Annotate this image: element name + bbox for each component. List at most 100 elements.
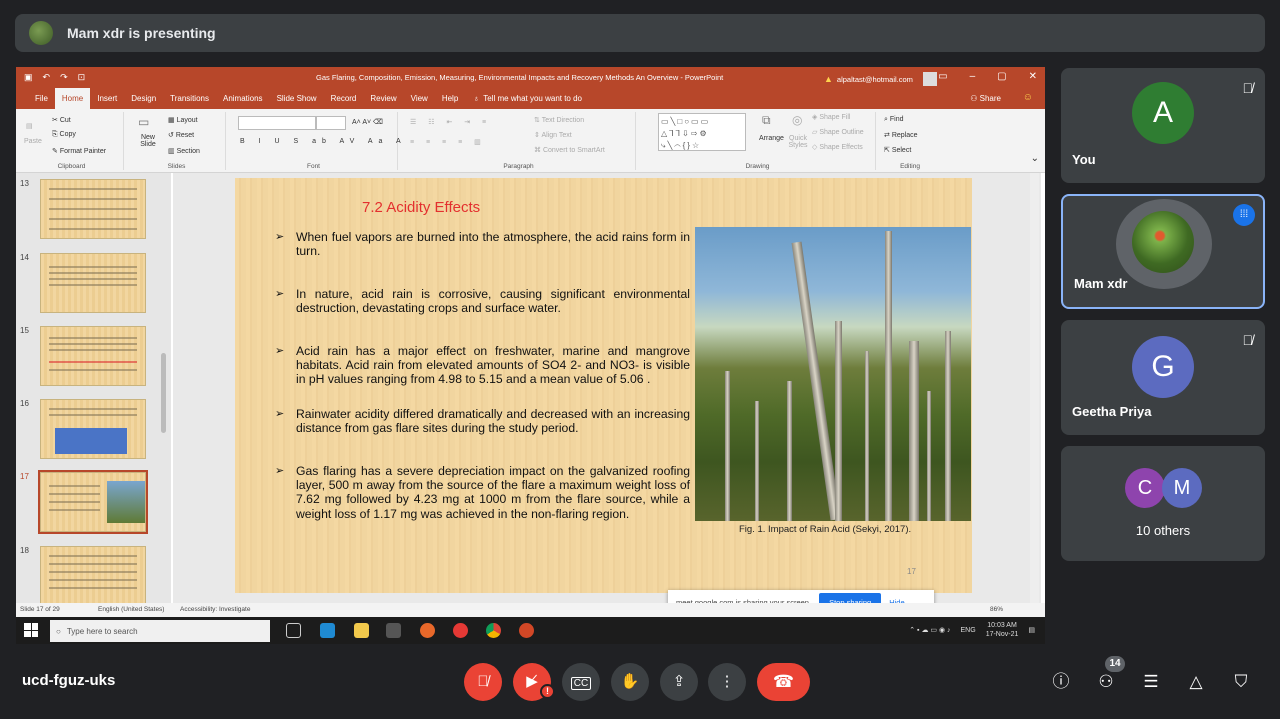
opera-icon[interactable] bbox=[453, 623, 468, 638]
thumbnail-slide-15[interactable]: 15 bbox=[16, 326, 171, 394]
current-slide[interactable]: 7.2 Acidity Effects ➢ When fuel vapors ar… bbox=[235, 178, 972, 593]
raise-hand-button[interactable]: ✋ bbox=[611, 663, 649, 701]
host-controls-button[interactable]: ⛉ bbox=[1229, 670, 1253, 694]
shapes-gallery[interactable]: ▭╲□○▭▭ △⅂⅂⇩⇨⚙ ⤷╲⌒{}☆ bbox=[658, 113, 746, 151]
mic-toggle-button[interactable]: 🎙̸ bbox=[464, 663, 502, 701]
redo-icon[interactable]: ↷ bbox=[60, 72, 68, 83]
captions-button[interactable]: CC bbox=[562, 663, 600, 701]
participant-tile-you[interactable]: A 🎙̸ You bbox=[1061, 68, 1265, 183]
present-now-button[interactable]: ⇪ bbox=[660, 663, 698, 701]
tab-help[interactable]: Help bbox=[435, 88, 465, 109]
shape-outline-button[interactable]: ▱ Shape Outline bbox=[812, 128, 864, 136]
thumbnail-image[interactable] bbox=[40, 399, 146, 459]
thumbnail-slide-13[interactable]: 13 bbox=[16, 179, 171, 247]
accessibility-status[interactable]: Accessibility: Investigate bbox=[180, 606, 250, 613]
text-direction-button[interactable]: ⇅ Text Direction bbox=[534, 116, 584, 124]
leave-call-button[interactable]: ☎ bbox=[757, 663, 810, 701]
tab-review[interactable]: Review bbox=[363, 88, 403, 109]
ribbon-display-icon[interactable]: ▭ bbox=[938, 71, 947, 82]
minimize-icon[interactable]: – bbox=[970, 71, 976, 82]
windows-start-icon[interactable] bbox=[24, 623, 38, 637]
account-area[interactable]: ▲ alpaltast@hotmail.com bbox=[824, 72, 937, 86]
file-explorer-icon[interactable] bbox=[354, 623, 369, 638]
zoom-level[interactable]: 86% bbox=[990, 606, 1003, 613]
tray-icons[interactable]: ⌃ ▪ ☁ ▭ ◉ ♪ bbox=[909, 626, 950, 634]
share-button[interactable]: ⚇ Share bbox=[970, 94, 1001, 103]
tab-file[interactable]: File bbox=[28, 88, 55, 109]
quick-styles-button[interactable]: Quick Styles bbox=[787, 135, 809, 149]
tab-design[interactable]: Design bbox=[124, 88, 163, 109]
maximize-icon[interactable]: ▢ bbox=[997, 71, 1006, 82]
tab-transitions[interactable]: Transitions bbox=[163, 88, 216, 109]
section-button[interactable]: ▥ Section bbox=[168, 147, 200, 155]
account-avatar[interactable] bbox=[922, 72, 937, 86]
firefox-icon[interactable] bbox=[420, 623, 435, 638]
select-button[interactable]: ⇱ Select bbox=[884, 146, 911, 154]
task-view-icon[interactable] bbox=[286, 623, 301, 638]
tab-slide-show[interactable]: Slide Show bbox=[270, 88, 324, 109]
shape-effects-button[interactable]: ◇ Shape Effects bbox=[812, 143, 863, 151]
thumbnail-image[interactable] bbox=[40, 253, 146, 313]
activities-button[interactable]: △ bbox=[1184, 670, 1208, 694]
notification-icon[interactable]: ▤ bbox=[1028, 626, 1035, 634]
font-name-field[interactable] bbox=[238, 116, 316, 130]
thumbnail-image[interactable] bbox=[40, 546, 146, 606]
edge-icon[interactable] bbox=[320, 623, 335, 638]
collapse-ribbon-icon[interactable]: ⌄ bbox=[1031, 153, 1039, 164]
participant-tile-others[interactable]: C M 10 others bbox=[1061, 446, 1265, 561]
thumbnail-slide-14[interactable]: 14 bbox=[16, 253, 171, 321]
language-status[interactable]: English (United States) bbox=[98, 606, 164, 613]
convert-smartart-button[interactable]: ⌘ Convert to SmartArt bbox=[534, 146, 605, 154]
chrome-icon[interactable] bbox=[486, 623, 501, 638]
slide-scrollbar[interactable] bbox=[1030, 173, 1039, 603]
arrange-icon[interactable]: ⧉ bbox=[762, 113, 771, 128]
participant-tile-geetha[interactable]: G 🎙̸ Geetha Priya bbox=[1061, 320, 1265, 435]
new-slide-icon[interactable]: ▭ bbox=[138, 115, 149, 129]
thumbnail-image[interactable] bbox=[40, 326, 146, 386]
reset-button[interactable]: ↺ Reset bbox=[168, 131, 194, 139]
list-icons[interactable]: ☰ ☷ ⇤ ⇥ ≡ bbox=[410, 118, 491, 126]
font-format-icons[interactable]: B I U S ab AV Aa A bbox=[240, 138, 407, 145]
powerpoint-taskbar-icon[interactable] bbox=[519, 623, 534, 638]
align-text-button[interactable]: ⇕ Align Text bbox=[534, 131, 572, 139]
paste-icon[interactable]: ▤ bbox=[26, 122, 33, 130]
replace-button[interactable]: ⇄ Replace bbox=[884, 131, 918, 139]
thumbnail-slide-16[interactable]: 16 bbox=[16, 399, 171, 467]
font-size-field[interactable] bbox=[316, 116, 346, 130]
tab-home[interactable]: Home bbox=[54, 88, 91, 109]
cut-button[interactable]: ✂ Cut bbox=[52, 116, 71, 124]
thumbnail-image[interactable] bbox=[40, 179, 146, 239]
layout-button[interactable]: ▦ Layout bbox=[168, 116, 198, 124]
tell-me-box[interactable]: ♁ Tell me what you want to do bbox=[473, 94, 582, 103]
chat-button[interactable]: ☰ bbox=[1139, 670, 1163, 694]
font-grow-icon[interactable]: A˄ A˅ ⌫ bbox=[352, 118, 383, 126]
undo-icon[interactable]: ↶ bbox=[43, 72, 51, 83]
tab-insert[interactable]: Insert bbox=[90, 88, 124, 109]
find-button[interactable]: ⌕ Find bbox=[884, 116, 904, 124]
more-options-button[interactable]: ⋮ bbox=[708, 663, 746, 701]
language-indicator[interactable]: ENG bbox=[961, 627, 976, 634]
feedback-smiley-icon[interactable]: ☺ bbox=[1023, 92, 1033, 103]
align-icons[interactable]: ≡ ≡ ≡ ≡ ▥ bbox=[410, 138, 486, 146]
close-icon[interactable]: ✕ bbox=[1029, 71, 1037, 82]
copy-button[interactable]: ⎘ Copy bbox=[52, 131, 76, 139]
tab-view[interactable]: View bbox=[404, 88, 435, 109]
quick-styles-icon[interactable]: ◎ bbox=[792, 113, 802, 127]
format-painter-button[interactable]: ✎ Format Painter bbox=[52, 147, 106, 155]
participant-tile-presenter[interactable]: ⁞⁞⁞ Mam xdr bbox=[1061, 194, 1265, 309]
taskbar-search[interactable]: ○ Type here to search bbox=[50, 620, 270, 642]
shape-fill-button[interactable]: ◈ Shape Fill bbox=[812, 113, 850, 121]
paste-button[interactable]: Paste bbox=[24, 138, 42, 145]
present-icon[interactable]: ⊡ bbox=[78, 72, 86, 83]
meeting-details-button[interactable]: ⓘ bbox=[1049, 670, 1073, 694]
arrange-button[interactable]: Arrange bbox=[759, 135, 784, 142]
tab-record[interactable]: Record bbox=[324, 88, 364, 109]
tab-animations[interactable]: Animations bbox=[216, 88, 270, 109]
clock[interactable]: 10:03 AM 17-Nov-21 bbox=[986, 621, 1019, 639]
new-slide-button[interactable]: New Slide bbox=[134, 134, 162, 148]
save-icon[interactable]: ▣ bbox=[24, 72, 33, 83]
store-icon[interactable] bbox=[386, 623, 401, 638]
thumbnail-scrollbar[interactable] bbox=[161, 353, 166, 433]
people-button[interactable]: ⚇ bbox=[1094, 670, 1118, 694]
thumbnail-image-selected[interactable] bbox=[38, 470, 148, 534]
